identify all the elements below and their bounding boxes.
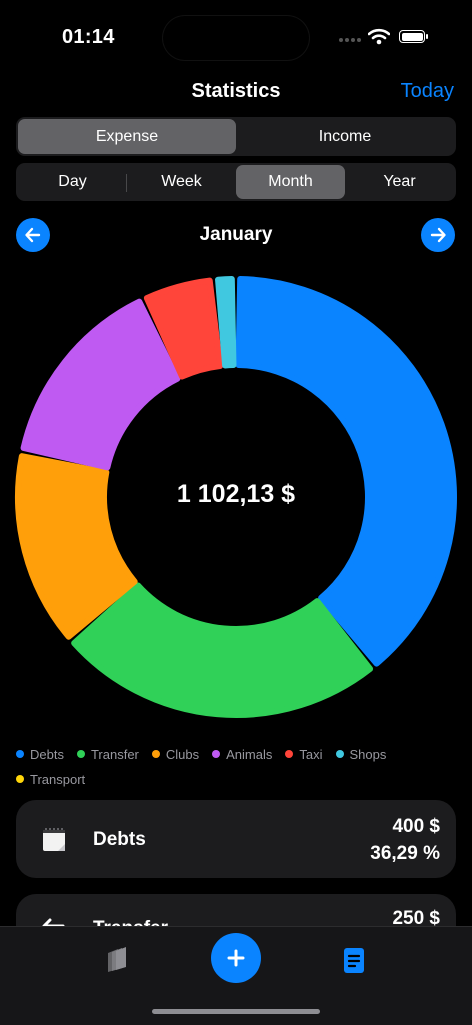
statistics-report-icon xyxy=(344,948,364,973)
legend-item-animals: Animals xyxy=(212,744,272,764)
category-amount: 400 $ xyxy=(392,816,440,837)
legend-label: Debts xyxy=(30,746,64,762)
legend-label: Animals xyxy=(226,746,273,762)
legend-label: Transfer xyxy=(90,746,139,762)
segment-day[interactable]: Day xyxy=(18,165,127,199)
segment-expense[interactable]: Expense xyxy=(18,119,236,154)
plus-icon xyxy=(227,949,245,967)
dynamic-island xyxy=(163,16,309,60)
legend-item-debts: Debts xyxy=(16,744,64,764)
segment-month[interactable]: Month xyxy=(236,165,345,199)
wallets-icon xyxy=(108,947,126,972)
legend-label: Clubs xyxy=(165,746,200,762)
legend-label: Transport xyxy=(30,771,86,787)
cellular-signal-icon xyxy=(339,38,361,42)
legend-label: Taxi xyxy=(299,746,323,762)
wifi-icon xyxy=(368,28,390,45)
total-amount: 1 102,13 $ xyxy=(176,480,296,508)
legend-item-taxi: Taxi xyxy=(285,744,323,764)
legend-label: Shops xyxy=(349,746,387,762)
segment-income[interactable]: Income xyxy=(236,119,454,154)
legend-item-shops: Shops xyxy=(335,744,387,764)
period-label: January xyxy=(199,224,273,245)
legend-dot xyxy=(151,750,160,758)
legend-dot xyxy=(16,775,24,783)
legend-dot xyxy=(76,750,85,758)
legend-item-transport: Transport xyxy=(16,769,85,789)
segment-year[interactable]: Year xyxy=(345,165,454,199)
next-period-button[interactable] xyxy=(421,218,455,252)
legend-dot xyxy=(285,750,294,758)
segment-week[interactable]: Week xyxy=(126,165,236,199)
add-transaction-button[interactable] xyxy=(211,933,261,983)
battery-icon xyxy=(399,30,428,43)
status-time: 01:14 xyxy=(62,26,115,48)
tab-statistics[interactable] xyxy=(342,945,366,975)
category-card-debts[interactable]: Debts 400 $ 36,29 % xyxy=(16,800,456,878)
segment-divider xyxy=(126,174,127,192)
category-percent: 36,29 % xyxy=(370,843,440,864)
legend-item-clubs: Clubs xyxy=(151,744,200,764)
legend-dot xyxy=(212,750,221,758)
notepad-icon xyxy=(43,828,65,851)
category-name: Debts xyxy=(93,829,146,850)
tab-wallets[interactable] xyxy=(103,944,133,974)
period-segmented-control: Day Week Month Year xyxy=(16,163,456,201)
chart-legend: Debts Transfer Clubs Animals Taxi Shops … xyxy=(16,744,456,794)
arrow-right-icon xyxy=(430,227,446,243)
today-button[interactable]: Today xyxy=(401,80,454,103)
segment-week-label: Week xyxy=(161,173,202,190)
donut-slice-debts xyxy=(235,276,457,667)
type-segmented-control: Expense Income xyxy=(16,117,456,156)
legend-item-transfer: Transfer xyxy=(76,744,139,764)
donut-slice-animals xyxy=(20,298,181,471)
legend-dot xyxy=(16,750,24,758)
home-indicator xyxy=(152,1009,320,1014)
legend-dot xyxy=(335,750,344,758)
